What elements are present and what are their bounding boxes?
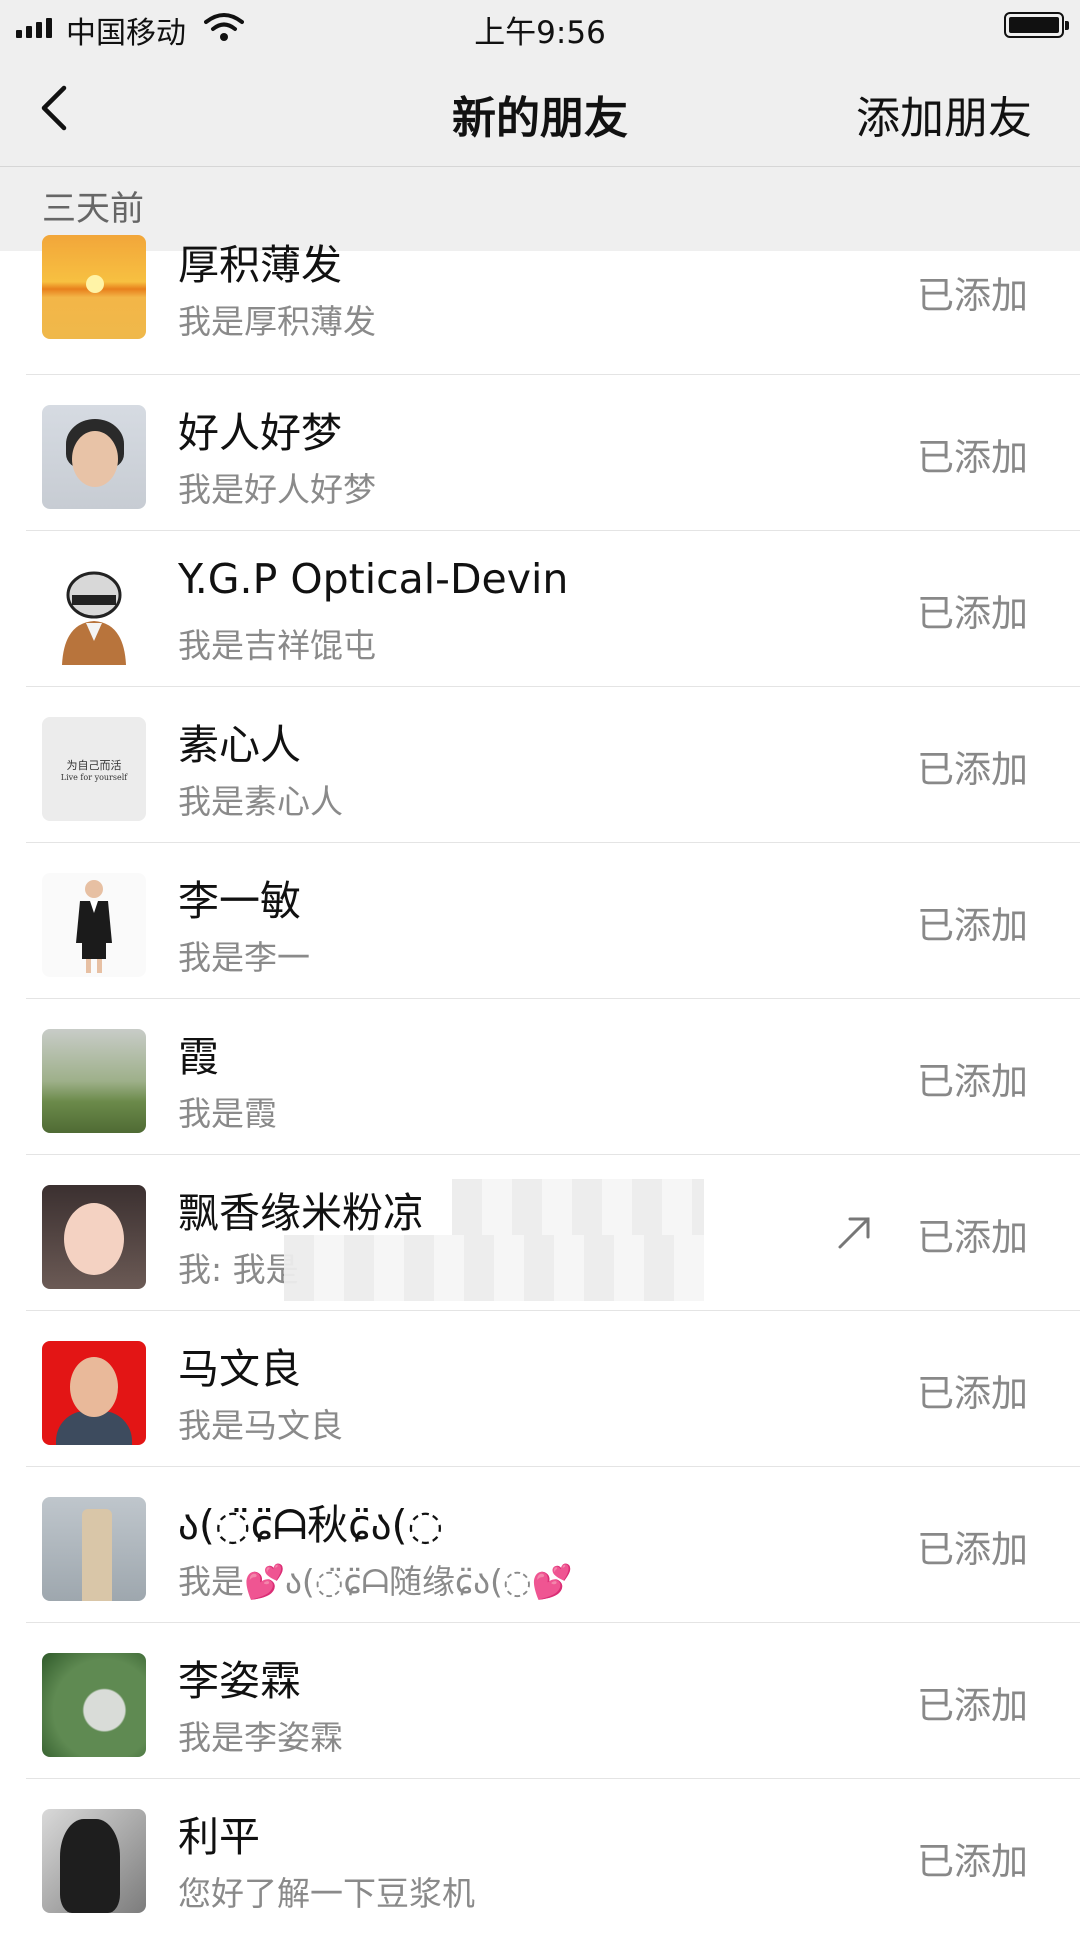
added-status: 已添加 [917, 436, 1028, 479]
friend-name: 素心人 [178, 721, 301, 769]
added-status: 已添加 [917, 1060, 1028, 1103]
friend-name: 李姿霖 [178, 1657, 301, 1705]
friend-message: 我是好人好梦 [178, 470, 376, 509]
friend-message: 您好了解一下豆浆机 [178, 1874, 475, 1913]
friend-message: 我是李姿霖 [178, 1718, 343, 1757]
portrait-red-avatar [42, 1341, 146, 1445]
added-status: 已添加 [917, 1216, 1028, 1259]
friend-name: 霞 [178, 1033, 219, 1081]
list-item[interactable]: 厚积薄发 我是厚积薄发 已添加 [0, 235, 1080, 375]
redaction-blur [452, 1179, 704, 1235]
navigation-bar: 新的朋友 添加朋友 [0, 52, 1080, 167]
list-item[interactable]: 好人好梦 我是好人好梦 已添加 [0, 375, 1080, 531]
list-item[interactable]: ა(◌̈ɕ̈ᗩ秋ɕ̈ა(◌ 我是💕ა(◌̈ɕ̈ᗩ随缘ɕ̈ა(◌💕 已添加 [0, 1467, 1080, 1623]
friend-message: 我是素心人 [178, 782, 343, 821]
list-item[interactable]: 霞 我是霞 已添加 [0, 999, 1080, 1155]
friend-name: 李一敏 [178, 877, 301, 925]
battery-icon [1004, 12, 1069, 38]
building-avatar [42, 1497, 146, 1601]
friend-name: 飘香缘米粉凉 [178, 1189, 424, 1237]
list-item[interactable]: Y.G.P Optical-Devin 我是吉祥馄屯 已添加 [0, 531, 1080, 687]
cartoon-avatar [42, 561, 146, 665]
bw-portrait-avatar [42, 1809, 146, 1913]
add-friend-button[interactable]: 添加朋友 [856, 82, 1032, 146]
friend-message: 我是李一 [178, 938, 310, 977]
list-item[interactable]: 利平 您好了解一下豆浆机 已添加 [0, 1779, 1080, 1935]
girl-avatar [42, 405, 146, 509]
friend-name: 马文良 [178, 1345, 301, 1393]
list-item[interactable]: 为自己而活 Live for yourself 素心人 我是素心人 已添加 [0, 687, 1080, 843]
businesswoman-avatar [42, 873, 146, 977]
friend-message: 我是💕ა(◌̈ɕ̈ᗩ随缘ɕ̈ა(◌💕 [178, 1562, 573, 1601]
plant-avatar [42, 1653, 146, 1757]
friend-message: 我: 我是 [178, 1250, 299, 1289]
redaction-blur [284, 1235, 704, 1301]
status-time: 上午9:56 [474, 15, 606, 51]
friend-message: 我是吉祥馄屯 [178, 626, 376, 665]
added-status: 已添加 [917, 274, 1028, 317]
back-chevron-icon[interactable] [30, 80, 86, 136]
list-item[interactable]: 马文良 我是马文良 已添加 [0, 1311, 1080, 1467]
sunset-avatar [42, 235, 146, 339]
added-status: 已添加 [917, 748, 1028, 791]
field-avatar [42, 1029, 146, 1133]
added-status: 已添加 [917, 1840, 1028, 1883]
list-item[interactable]: 李姿霖 我是李姿霖 已添加 [0, 1623, 1080, 1779]
friend-name: Y.G.P Optical-Devin [178, 555, 569, 603]
friend-message: 我是厚积薄发 [178, 302, 376, 341]
friend-name: 厚积薄发 [178, 241, 342, 289]
added-status: 已添加 [917, 1372, 1028, 1415]
friend-message: 我是霞 [178, 1094, 277, 1133]
selfie-avatar [42, 1185, 146, 1289]
added-status: 已添加 [917, 904, 1028, 947]
added-status: 已添加 [917, 592, 1028, 635]
list-item[interactable]: 飘香缘米粉凉 我: 我是 已添加 [0, 1155, 1080, 1311]
added-status: 已添加 [917, 1528, 1028, 1571]
added-status: 已添加 [917, 1684, 1028, 1727]
friend-name: ა(◌̈ɕ̈ᗩ秋ɕ̈ა(◌ [178, 1501, 444, 1549]
friend-list: 厚积薄发 我是厚积薄发 已添加 好人好梦 我是好人好梦 已添加 Y.G.P Op… [0, 235, 1080, 1935]
sent-arrow-icon [838, 1217, 870, 1249]
friend-name: 利平 [178, 1813, 260, 1861]
list-item[interactable]: 李一敏 我是李一 已添加 [0, 843, 1080, 999]
friend-name: 好人好梦 [178, 409, 342, 457]
friend-message: 我是马文良 [178, 1406, 343, 1445]
text-avatar: 为自己而活 Live for yourself [42, 717, 146, 821]
status-bar: 中国移动 上午9:56 [0, 0, 1080, 52]
